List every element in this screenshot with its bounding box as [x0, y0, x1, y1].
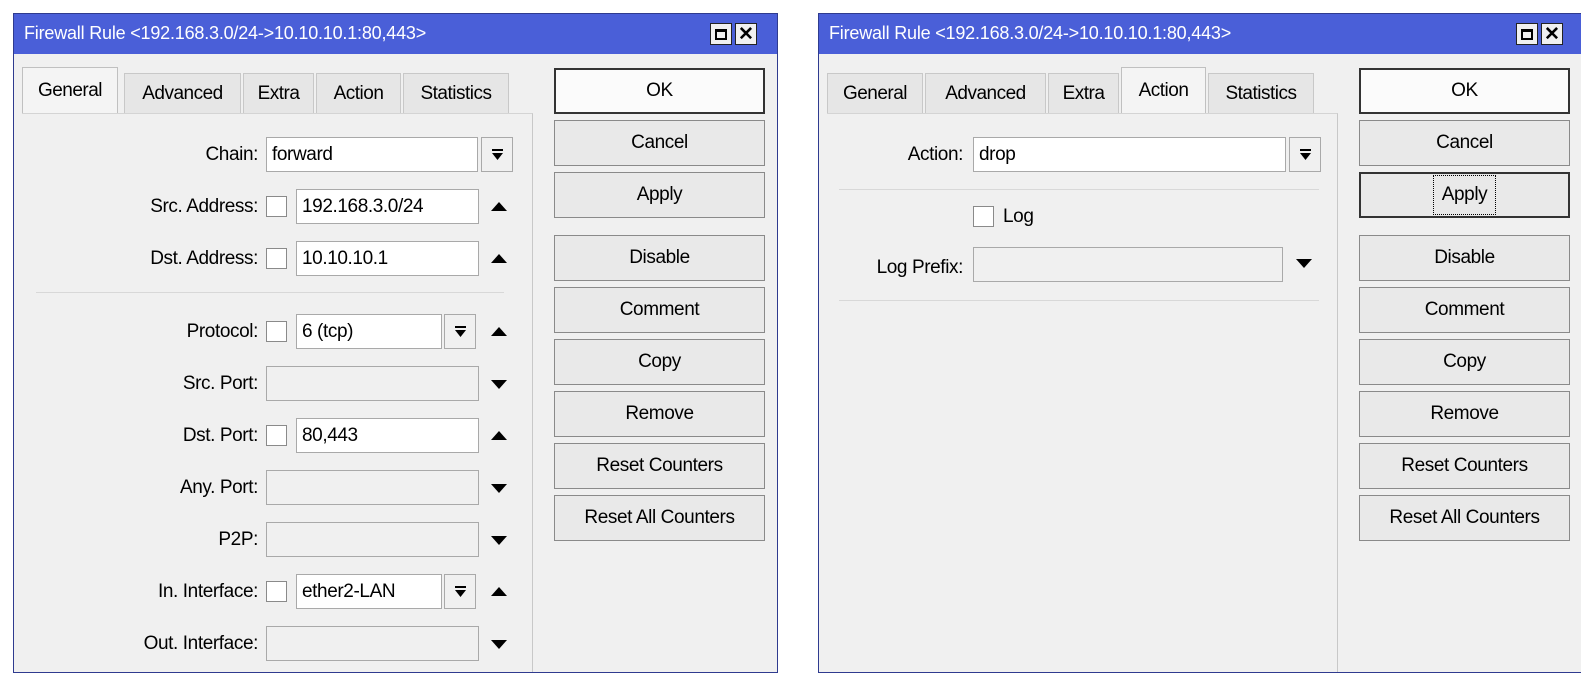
copy-button[interactable]: Copy [554, 339, 765, 385]
dropdown-icon [1299, 149, 1311, 160]
section-divider [839, 300, 1319, 301]
maximize-button[interactable] [710, 23, 732, 45]
protocol-label: Protocol: [186, 321, 259, 342]
in-interface-dropdown-button[interactable] [444, 574, 476, 609]
tab-extra[interactable]: Extra [243, 73, 314, 113]
tab-action[interactable]: Action [1121, 67, 1206, 113]
expand-arrow-icon[interactable] [491, 536, 507, 545]
src-port-field[interactable] [266, 366, 479, 401]
section-divider [36, 292, 504, 293]
ok-button[interactable]: OK [1359, 68, 1570, 114]
maximize-icon [1521, 28, 1533, 40]
action-select[interactable]: drop [973, 137, 1286, 172]
expand-arrow-icon[interactable] [491, 484, 507, 493]
tab-statistics[interactable]: Statistics [403, 73, 509, 113]
tab-action[interactable]: Action [316, 73, 401, 113]
window-title: Firewall Rule <192.168.3.0/24->10.10.10.… [24, 23, 427, 43]
in-interface-label: In. Interface: [157, 581, 258, 602]
dropdown-icon [454, 586, 466, 597]
dst-address-label: Dst. Address: [150, 248, 258, 269]
close-button[interactable]: ✕ [1541, 23, 1563, 45]
log-prefix-label: Log Prefix: [876, 257, 964, 278]
disable-button[interactable]: Disable [554, 235, 765, 281]
tab-statistics[interactable]: Statistics [1208, 73, 1314, 113]
action-panel: Action: drop Log Log Prefix: [827, 113, 1338, 672]
action-label: Action: [907, 144, 964, 165]
title-bar[interactable]: Firewall Rule <192.168.3.0/24->10.10.10.… [819, 14, 1581, 54]
action-dropdown-button[interactable] [1289, 137, 1321, 172]
tab-general[interactable]: General [22, 67, 118, 113]
src-port-label: Src. Port: [182, 373, 259, 394]
tab-general[interactable]: General [827, 73, 923, 113]
comment-button[interactable]: Comment [1359, 287, 1570, 333]
reset-all-counters-button[interactable]: Reset All Counters [554, 495, 765, 541]
close-icon: ✕ [1544, 23, 1560, 45]
firewall-rule-window-general: Firewall Rule <192.168.3.0/24->10.10.10.… [13, 13, 778, 673]
chain-select[interactable]: forward [266, 137, 478, 172]
dst-port-field[interactable]: 80,443 [296, 418, 479, 453]
src-address-field[interactable]: 192.168.3.0/24 [296, 189, 479, 224]
dst-address-negate-checkbox[interactable] [266, 248, 287, 269]
log-checkbox[interactable] [973, 206, 994, 227]
dst-port-negate-checkbox[interactable] [266, 425, 287, 446]
remove-button[interactable]: Remove [1359, 391, 1570, 437]
chain-dropdown-button[interactable] [481, 137, 513, 172]
expand-arrow-icon[interactable] [491, 640, 507, 649]
src-address-label: Src. Address: [150, 196, 258, 217]
collapse-arrow-icon[interactable] [491, 202, 507, 211]
dst-address-field[interactable]: 10.10.10.1 [296, 241, 479, 276]
copy-button[interactable]: Copy [1359, 339, 1570, 385]
out-interface-field[interactable] [266, 626, 479, 661]
protocol-dropdown-button[interactable] [444, 314, 476, 349]
in-interface-negate-checkbox[interactable] [266, 581, 287, 602]
reset-all-counters-button[interactable]: Reset All Counters [1359, 495, 1570, 541]
expand-arrow-icon[interactable] [1296, 259, 1312, 268]
cancel-button[interactable]: Cancel [1359, 120, 1570, 166]
remove-button[interactable]: Remove [554, 391, 765, 437]
any-port-label: Any. Port: [179, 477, 258, 498]
src-address-negate-checkbox[interactable] [266, 196, 287, 217]
collapse-arrow-icon[interactable] [491, 327, 507, 336]
window-title: Firewall Rule <192.168.3.0/24->10.10.10.… [829, 23, 1232, 43]
apply-button[interactable]: Apply [554, 172, 765, 218]
p2p-label: P2P: [218, 529, 258, 550]
apply-button[interactable]: Apply [1359, 172, 1570, 218]
log-label: Log [1003, 206, 1034, 227]
collapse-arrow-icon[interactable] [491, 254, 507, 263]
tab-extra[interactable]: Extra [1048, 73, 1119, 113]
out-interface-label: Out. Interface: [143, 633, 259, 654]
maximize-icon [715, 28, 727, 40]
close-button[interactable]: ✕ [735, 23, 757, 45]
protocol-negate-checkbox[interactable] [266, 321, 287, 342]
log-prefix-field[interactable] [973, 247, 1283, 282]
tab-advanced[interactable]: Advanced [925, 73, 1046, 113]
reset-counters-button[interactable]: Reset Counters [1359, 443, 1570, 489]
maximize-button[interactable] [1516, 23, 1538, 45]
comment-button[interactable]: Comment [554, 287, 765, 333]
in-interface-select[interactable]: ether2-LAN [296, 574, 442, 609]
chain-label: Chain: [205, 144, 258, 165]
collapse-arrow-icon[interactable] [491, 431, 507, 440]
protocol-select[interactable]: 6 (tcp) [296, 314, 442, 349]
dropdown-icon [491, 149, 503, 160]
expand-arrow-icon[interactable] [491, 380, 507, 389]
dropdown-icon [454, 326, 466, 337]
any-port-field[interactable] [266, 470, 479, 505]
dst-port-label: Dst. Port: [182, 425, 259, 446]
firewall-rule-window-action: Firewall Rule <192.168.3.0/24->10.10.10.… [818, 13, 1581, 673]
cancel-button[interactable]: Cancel [554, 120, 765, 166]
general-panel: Chain: forward Src. Address: 192.168.3.0… [22, 113, 533, 672]
collapse-arrow-icon[interactable] [491, 587, 507, 596]
close-icon: ✕ [738, 23, 754, 45]
reset-counters-button[interactable]: Reset Counters [554, 443, 765, 489]
ok-button[interactable]: OK [554, 68, 765, 114]
apply-button-label: Apply [1432, 175, 1497, 215]
tab-advanced[interactable]: Advanced [124, 73, 241, 113]
section-divider [839, 189, 1319, 190]
disable-button[interactable]: Disable [1359, 235, 1570, 281]
p2p-field[interactable] [266, 522, 479, 557]
title-bar[interactable]: Firewall Rule <192.168.3.0/24->10.10.10.… [14, 14, 777, 54]
